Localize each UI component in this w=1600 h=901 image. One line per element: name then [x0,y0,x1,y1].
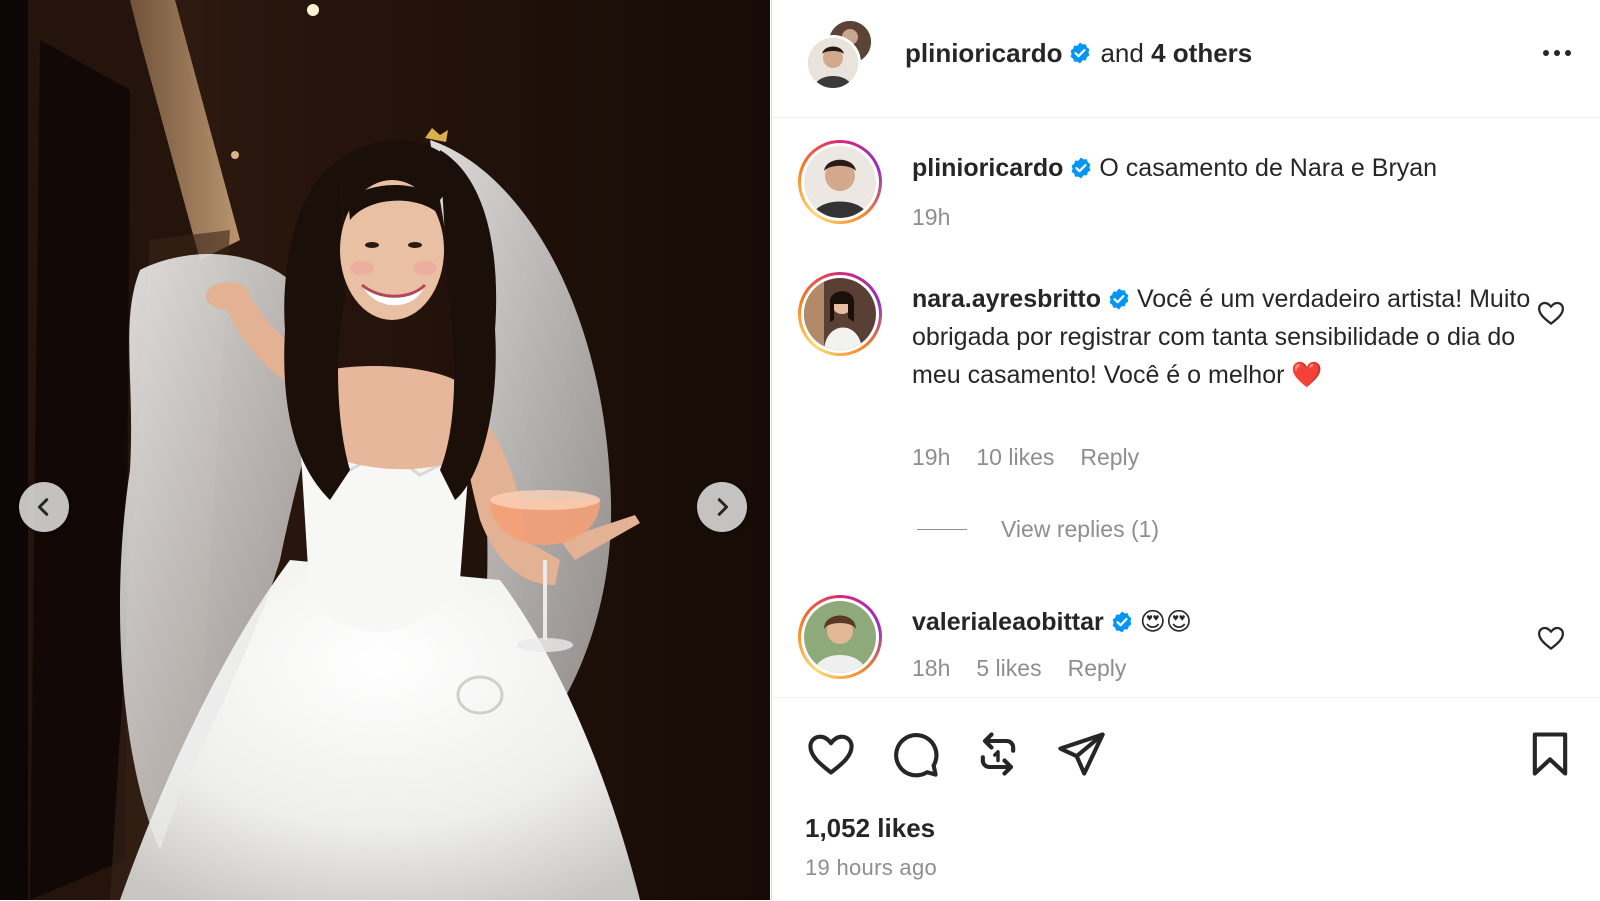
view-replies-button[interactable]: View replies (1) [917,516,1159,543]
comment-likes[interactable]: 5 likes [976,655,1041,681]
comment-body: nara.ayresbritto Você é um verdadeiro art… [912,280,1532,394]
comment-text: 😍😍 [1139,608,1192,636]
more-dot-icon [1543,50,1549,56]
post-details-panel: plinioricardo and 4 others plinioricardo… [771,0,1600,900]
comment-bubble-icon [894,733,939,778]
comment-meta: 19h [912,204,976,231]
post-author-line: plinioricardo and 4 others [905,36,1252,70]
comment-button[interactable] [889,728,941,780]
comment-likes[interactable]: 10 likes [976,444,1054,470]
reply-button[interactable]: Reply [1068,655,1127,681]
collab-avatars[interactable] [805,19,873,91]
heart-icon [1538,301,1564,325]
heart-emoji: ❤️ [1291,361,1323,389]
post-media[interactable] [0,0,770,900]
repost-icon [980,732,1016,776]
story-ring[interactable] [798,272,882,356]
comment-time[interactable]: 18h [912,655,950,681]
divider [917,529,967,530]
verified-badge-icon [1109,288,1129,310]
next-photo-button[interactable] [697,482,747,532]
post-photo [0,0,770,900]
comment-text: O casamento de Nara e Bryan [1099,154,1438,182]
likes-count[interactable]: 1,052 likes [805,813,935,844]
collab-others-text[interactable]: and 4 others [1100,36,1252,70]
chevron-left-icon [37,498,49,516]
verified-badge-icon [1071,42,1090,64]
chevron-right-icon [717,498,729,516]
more-dot-icon [1554,50,1560,56]
comment-username[interactable]: nara.ayresbritto [912,285,1101,313]
story-ring[interactable] [798,595,882,679]
collab-and-text: and [1100,38,1144,68]
previous-photo-button[interactable] [19,482,69,532]
avatar [805,35,861,91]
heart-icon [808,734,854,775]
verified-badge-icon [1072,157,1091,179]
avatar [804,146,876,218]
comment-time[interactable]: 19h [912,204,950,230]
post-timestamp[interactable]: 19 hours ago [805,855,937,881]
collab-count-text: 4 others [1151,38,1253,68]
comment-username[interactable]: plinioricardo [912,154,1063,182]
post-header: plinioricardo and 4 others [772,0,1600,118]
comment-like-button[interactable] [1536,298,1566,328]
view-replies-label: View replies (1) [1001,516,1160,542]
repost-button[interactable] [972,728,1024,780]
paper-plane-icon [1058,732,1105,776]
bookmark-icon [1532,732,1568,776]
comment-like-button[interactable] [1536,623,1566,653]
save-button[interactable] [1524,728,1576,780]
avatar [804,278,876,350]
share-button[interactable] [1055,728,1107,780]
reply-button[interactable]: Reply [1080,444,1139,470]
more-options-button[interactable] [1537,37,1577,69]
comment-meta: 19h 10 likes Reply [912,444,1165,471]
author-username[interactable]: plinioricardo [905,36,1062,70]
heart-icon [1538,626,1564,650]
story-ring[interactable] [798,140,882,224]
avatar [804,601,876,673]
caption-text: plinioricardo O casamento de Nara e Bryan [912,149,1532,187]
comment-time[interactable]: 19h [912,444,950,470]
comment-username[interactable]: valerialeaobittar [912,608,1104,636]
comment-meta: 18h 5 likes Reply [912,655,1152,682]
verified-badge-icon [1112,611,1132,633]
comment-body: valerialeaobittar 😍😍 [912,603,1532,641]
post-actions: 1,052 likes 19 hours ago [772,697,1600,901]
like-button[interactable] [805,728,857,780]
more-dot-icon [1565,50,1571,56]
